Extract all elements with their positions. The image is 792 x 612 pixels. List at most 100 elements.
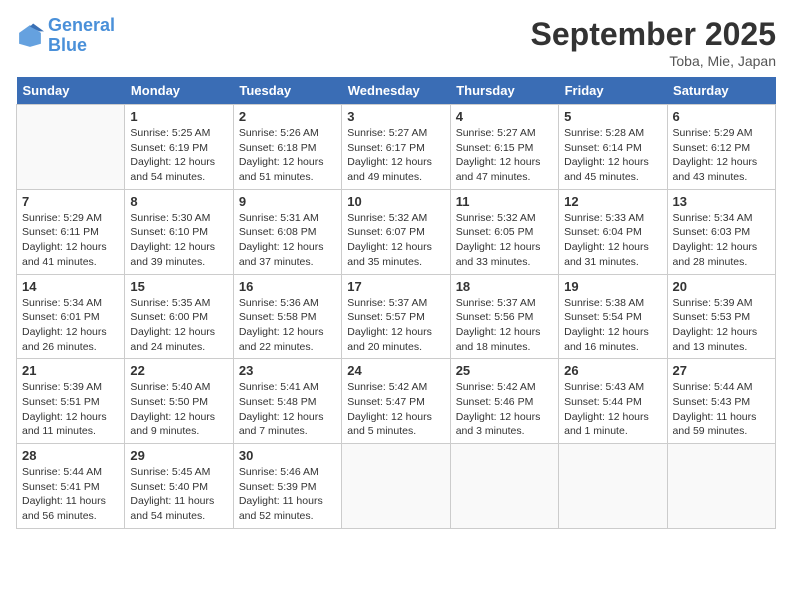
calendar-cell: 12Sunrise: 5:33 AM Sunset: 6:04 PM Dayli… (559, 189, 667, 274)
calendar-week-4: 21 Sunrise: 5:39 AM Sunset: 5:51 PM Dayli… (17, 359, 776, 444)
calendar-cell: 22Sunrise: 5:40 AM Sunset: 5:50 PM Dayli… (125, 359, 233, 444)
cell-info: Sunrise: 5:32 AM Sunset: 6:05 PM Dayligh… (456, 211, 553, 270)
logo-icon (16, 22, 44, 50)
calendar-cell (667, 444, 775, 529)
day-header-friday: Friday (559, 77, 667, 105)
calendar-week-5: 28Sunrise: 5:44 AM Sunset: 5:41 PM Dayli… (17, 444, 776, 529)
date-number: 3 (347, 109, 444, 124)
calendar-cell: 3 Sunrise: 5:27 AM Sunset: 6:17 PM Daylig… (342, 105, 450, 190)
calendar-cell: 29Sunrise: 5:45 AM Sunset: 5:40 PM Dayli… (125, 444, 233, 529)
cell-info: Sunrise: 5:25 AM Sunset: 6:19 PM Dayligh… (130, 126, 227, 185)
calendar-cell: 7Sunrise: 5:29 AM Sunset: 6:11 PM Daylig… (17, 189, 125, 274)
day-header-wednesday: Wednesday (342, 77, 450, 105)
calendar-cell: 5 Sunrise: 5:28 AM Sunset: 6:14 PM Daylig… (559, 105, 667, 190)
cell-info: Sunrise: 5:42 AM Sunset: 5:47 PM Dayligh… (347, 380, 444, 439)
calendar-cell: 27 Sunrise: 5:44 AM Sunset: 5:43 PM Dayli… (667, 359, 775, 444)
date-number: 30 (239, 448, 336, 463)
cell-info: Sunrise: 5:27 AM Sunset: 6:15 PM Dayligh… (456, 126, 553, 185)
calendar-cell: 14 Sunrise: 5:34 AM Sunset: 6:01 PM Dayli… (17, 274, 125, 359)
date-number: 12 (564, 194, 661, 209)
cell-info: Sunrise: 5:32 AM Sunset: 6:07 PM Dayligh… (347, 211, 444, 270)
date-number: 16 (239, 279, 336, 294)
date-number: 4 (456, 109, 553, 124)
cell-info: Sunrise: 5:44 AM Sunset: 5:43 PM Dayligh… (673, 380, 770, 439)
calendar-week-3: 14 Sunrise: 5:34 AM Sunset: 6:01 PM Dayli… (17, 274, 776, 359)
date-number: 13 (673, 194, 770, 209)
calendar-cell: 26 Sunrise: 5:43 AM Sunset: 5:44 PM Dayli… (559, 359, 667, 444)
date-number: 24 (347, 363, 444, 378)
calendar-cell: 19 Sunrise: 5:38 AM Sunset: 5:54 PM Dayli… (559, 274, 667, 359)
day-header-thursday: Thursday (450, 77, 558, 105)
date-number: 5 (564, 109, 661, 124)
date-number: 6 (673, 109, 770, 124)
calendar-cell: 1 Sunrise: 5:25 AM Sunset: 6:19 PM Daylig… (125, 105, 233, 190)
cell-info: Sunrise: 5:34 AM Sunset: 6:01 PM Dayligh… (22, 296, 119, 355)
date-number: 25 (456, 363, 553, 378)
location-subtitle: Toba, Mie, Japan (531, 53, 776, 69)
cell-info: Sunrise: 5:34 AM Sunset: 6:03 PM Dayligh… (673, 211, 770, 270)
calendar-table: SundayMondayTuesdayWednesdayThursdayFrid… (16, 77, 776, 529)
date-number: 15 (130, 279, 227, 294)
calendar-cell: 21 Sunrise: 5:39 AM Sunset: 5:51 PM Dayli… (17, 359, 125, 444)
calendar-cell: 10 Sunrise: 5:32 AM Sunset: 6:07 PM Dayli… (342, 189, 450, 274)
date-number: 9 (239, 194, 336, 209)
cell-info: Sunrise: 5:37 AM Sunset: 5:56 PM Dayligh… (456, 296, 553, 355)
cell-info: Sunrise: 5:38 AM Sunset: 5:54 PM Dayligh… (564, 296, 661, 355)
date-number: 17 (347, 279, 444, 294)
date-number: 19 (564, 279, 661, 294)
date-number: 20 (673, 279, 770, 294)
calendar-cell (559, 444, 667, 529)
date-number: 8 (130, 194, 227, 209)
cell-info: Sunrise: 5:41 AM Sunset: 5:48 PM Dayligh… (239, 380, 336, 439)
date-number: 26 (564, 363, 661, 378)
cell-info: Sunrise: 5:43 AM Sunset: 5:44 PM Dayligh… (564, 380, 661, 439)
day-header-row: SundayMondayTuesdayWednesdayThursdayFrid… (17, 77, 776, 105)
date-number: 18 (456, 279, 553, 294)
cell-info: Sunrise: 5:35 AM Sunset: 6:00 PM Dayligh… (130, 296, 227, 355)
cell-info: Sunrise: 5:46 AM Sunset: 5:39 PM Dayligh… (239, 465, 336, 524)
day-header-monday: Monday (125, 77, 233, 105)
calendar-cell: 4 Sunrise: 5:27 AM Sunset: 6:15 PM Daylig… (450, 105, 558, 190)
cell-info: Sunrise: 5:27 AM Sunset: 6:17 PM Dayligh… (347, 126, 444, 185)
month-title: September 2025 (531, 16, 776, 53)
day-header-sunday: Sunday (17, 77, 125, 105)
calendar-cell: 15 Sunrise: 5:35 AM Sunset: 6:00 PM Dayli… (125, 274, 233, 359)
calendar-cell: 30 Sunrise: 5:46 AM Sunset: 5:39 PM Dayli… (233, 444, 341, 529)
cell-info: Sunrise: 5:31 AM Sunset: 6:08 PM Dayligh… (239, 211, 336, 270)
day-header-tuesday: Tuesday (233, 77, 341, 105)
logo-text: General Blue (48, 16, 115, 56)
calendar-cell: 2 Sunrise: 5:26 AM Sunset: 6:18 PM Daylig… (233, 105, 341, 190)
date-number: 2 (239, 109, 336, 124)
date-number: 11 (456, 194, 553, 209)
cell-info: Sunrise: 5:36 AM Sunset: 5:58 PM Dayligh… (239, 296, 336, 355)
calendar-cell: 11 Sunrise: 5:32 AM Sunset: 6:05 PM Dayli… (450, 189, 558, 274)
calendar-cell: 23 Sunrise: 5:41 AM Sunset: 5:48 PM Dayli… (233, 359, 341, 444)
date-number: 21 (22, 363, 119, 378)
calendar-cell: 17 Sunrise: 5:37 AM Sunset: 5:57 PM Dayli… (342, 274, 450, 359)
cell-info: Sunrise: 5:39 AM Sunset: 5:51 PM Dayligh… (22, 380, 119, 439)
calendar-cell: 13 Sunrise: 5:34 AM Sunset: 6:03 PM Dayli… (667, 189, 775, 274)
calendar-cell: 9 Sunrise: 5:31 AM Sunset: 6:08 PM Daylig… (233, 189, 341, 274)
date-number: 28 (22, 448, 119, 463)
calendar-cell: 24 Sunrise: 5:42 AM Sunset: 5:47 PM Dayli… (342, 359, 450, 444)
calendar-cell: 18 Sunrise: 5:37 AM Sunset: 5:56 PM Dayli… (450, 274, 558, 359)
calendar-cell: 6Sunrise: 5:29 AM Sunset: 6:12 PM Daylig… (667, 105, 775, 190)
date-number: 10 (347, 194, 444, 209)
cell-info: Sunrise: 5:29 AM Sunset: 6:11 PM Dayligh… (22, 211, 119, 270)
cell-info: Sunrise: 5:28 AM Sunset: 6:14 PM Dayligh… (564, 126, 661, 185)
cell-info: Sunrise: 5:40 AM Sunset: 5:50 PM Dayligh… (130, 380, 227, 439)
cell-info: Sunrise: 5:39 AM Sunset: 5:53 PM Dayligh… (673, 296, 770, 355)
date-number: 23 (239, 363, 336, 378)
logo: General Blue (16, 16, 115, 56)
date-number: 27 (673, 363, 770, 378)
cell-info: Sunrise: 5:37 AM Sunset: 5:57 PM Dayligh… (347, 296, 444, 355)
calendar-week-1: 1 Sunrise: 5:25 AM Sunset: 6:19 PM Daylig… (17, 105, 776, 190)
date-number: 1 (130, 109, 227, 124)
calendar-cell: 20 Sunrise: 5:39 AM Sunset: 5:53 PM Dayli… (667, 274, 775, 359)
cell-info: Sunrise: 5:42 AM Sunset: 5:46 PM Dayligh… (456, 380, 553, 439)
page-header: General Blue September 2025 Toba, Mie, J… (16, 16, 776, 69)
cell-info: Sunrise: 5:26 AM Sunset: 6:18 PM Dayligh… (239, 126, 336, 185)
calendar-cell: 25 Sunrise: 5:42 AM Sunset: 5:46 PM Dayli… (450, 359, 558, 444)
date-number: 14 (22, 279, 119, 294)
calendar-cell (17, 105, 125, 190)
